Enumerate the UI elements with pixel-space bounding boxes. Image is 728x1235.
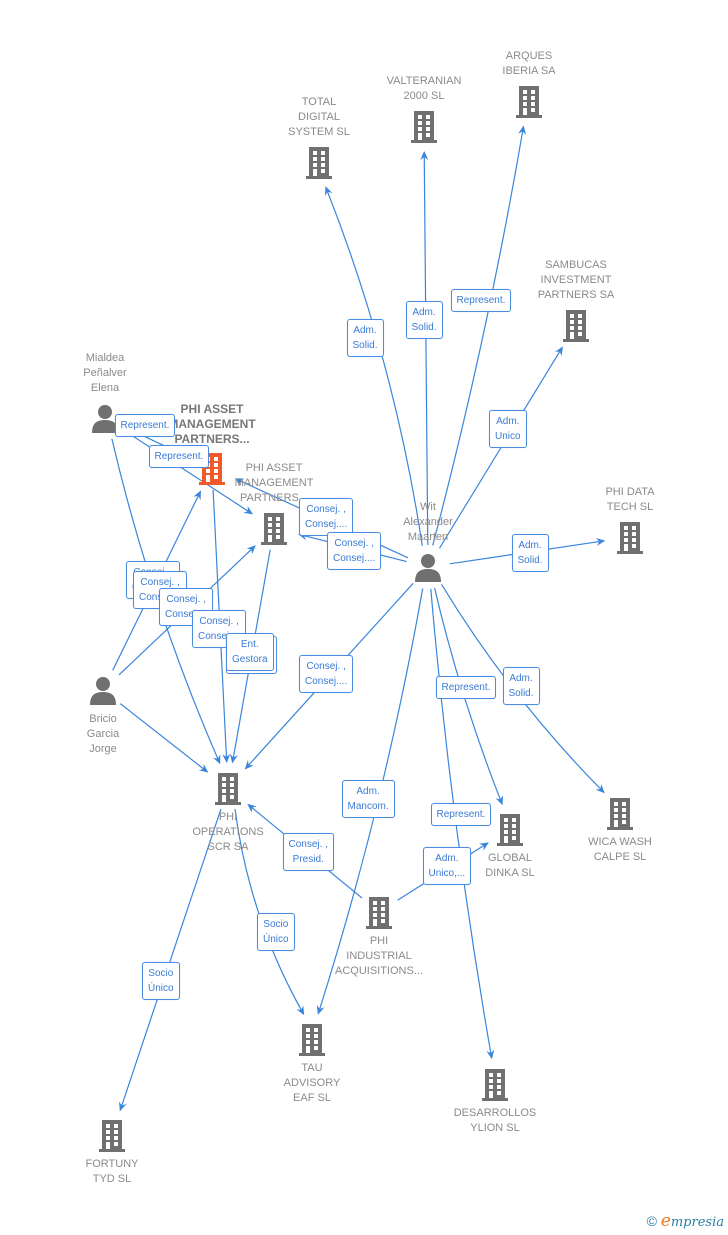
- edge-label[interactable]: Ent. Gestora: [226, 633, 274, 671]
- person-icon[interactable]: [89, 675, 117, 710]
- building-icon[interactable]: [561, 308, 591, 347]
- edge-label[interactable]: Consej. , Consej....: [327, 532, 382, 570]
- edge-label[interactable]: Socio Único: [257, 913, 295, 951]
- person-icon[interactable]: [414, 552, 442, 587]
- edge-label[interactable]: Consej. , Consej....: [299, 655, 354, 693]
- node-label: ARQUES IBERIA SA: [502, 50, 556, 77]
- building-icon[interactable]: [480, 1067, 510, 1106]
- edge-wit-to-arques: [432, 125, 527, 546]
- edge-label[interactable]: Adm. Mancom.: [341, 780, 395, 818]
- brand-initial: e: [660, 1211, 671, 1231]
- building-icon[interactable]: [495, 812, 525, 851]
- building-icon[interactable]: [97, 1118, 127, 1157]
- node-label: SAMBUCAS INVESTMENT PARTNERS SA: [537, 259, 615, 301]
- edge-label[interactable]: Adm. Solid.: [346, 319, 384, 357]
- building-icon[interactable]: [297, 1022, 327, 1061]
- node-label: PHI INDUSTRIAL ACQUISITIONS...: [334, 935, 423, 977]
- node-label: Wit Alexander Maarten: [403, 501, 453, 543]
- copyright-symbol: ©: [646, 1213, 657, 1229]
- edge-label[interactable]: Represent.: [450, 288, 512, 312]
- node-label: VALTERANIAN 2000 SL: [386, 75, 462, 102]
- edge-label[interactable]: Represent.: [430, 802, 492, 826]
- node-label: WICA WASH CALPE SL: [588, 836, 652, 863]
- node-label: DESARROLLOS YLION SL: [453, 1107, 537, 1134]
- node-label: GLOBAL DINKA SL: [485, 852, 535, 879]
- building-icon[interactable]: [514, 84, 544, 123]
- building-icon[interactable]: [304, 145, 334, 184]
- building-icon[interactable]: [615, 520, 645, 559]
- edge-label[interactable]: Adm. Unico,...: [422, 847, 472, 885]
- edge-label[interactable]: Represent.: [435, 675, 497, 699]
- edge-label[interactable]: Adm. Solid.: [502, 667, 540, 705]
- edge-wit-to-valteranian: [420, 151, 429, 546]
- building-icon[interactable]: [409, 109, 439, 148]
- edge-wit-to-total-digital: [325, 186, 423, 546]
- building-icon[interactable]: [605, 796, 635, 835]
- building-icon[interactable]: [259, 511, 289, 550]
- node-label: Mialdea Peñalver Elena: [83, 352, 127, 394]
- edge-label[interactable]: Consej. , Consej....: [299, 498, 354, 536]
- node-label: TOTAL DIGITAL SYSTEM SL: [288, 96, 350, 138]
- brand-rest: mpresia: [670, 1215, 724, 1230]
- edge-label[interactable]: Socio Único: [142, 962, 180, 1000]
- node-label: TAU ADVISORY EAF SL: [283, 1062, 341, 1104]
- footer-branding: © empresia: [647, 1211, 724, 1231]
- building-icon[interactable]: [213, 771, 243, 810]
- node-label: PHI OPERATIONS SCR SA: [192, 811, 264, 853]
- edge-label[interactable]: Represent.: [148, 444, 210, 468]
- edge-label[interactable]: Consej. , Presid.: [282, 833, 334, 871]
- node-label: PHI DATA TECH SL: [605, 486, 655, 513]
- node-label: Bricio Garcia Jorge: [86, 713, 120, 755]
- edge-label[interactable]: Adm. Solid.: [405, 301, 443, 339]
- building-icon[interactable]: [364, 895, 394, 934]
- edge-label[interactable]: Adm. Solid.: [511, 534, 549, 572]
- relationship-graph: [111, 125, 606, 1112]
- node-label: FORTUNY TYD SL: [85, 1158, 139, 1185]
- edge-label[interactable]: Represent.: [114, 413, 176, 437]
- edge-label[interactable]: Adm. Unico: [489, 410, 527, 448]
- brand-logo[interactable]: empresia: [661, 1211, 724, 1231]
